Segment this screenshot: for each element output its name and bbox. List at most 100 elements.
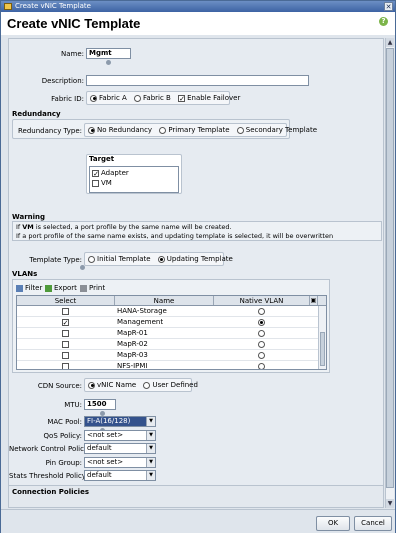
table-scrollbar[interactable] bbox=[318, 306, 326, 369]
template-type-label: Template Type: bbox=[29, 256, 82, 264]
name-label: Name: bbox=[60, 50, 84, 58]
mtu-input[interactable]: 1500 bbox=[84, 399, 116, 410]
warning-title: Warning bbox=[12, 213, 46, 221]
vlan-select-checkbox[interactable] bbox=[17, 328, 115, 338]
fabric-a-radio[interactable]: Fabric A bbox=[90, 94, 127, 102]
mac-pool-select[interactable]: FI-A(16/128) ▼ bbox=[84, 416, 156, 427]
redundancy-type-group: No Redundancy Primary Template Secondary… bbox=[84, 123, 317, 137]
cancel-button[interactable]: Cancel bbox=[354, 516, 392, 531]
template-type-group: Initial Template Updating Template bbox=[84, 252, 233, 266]
vlan-name: NFS-IPMI bbox=[117, 362, 148, 370]
export-icon bbox=[45, 284, 52, 292]
table-header: Select Name Native VLAN ▣ bbox=[17, 296, 326, 306]
native-vlan-radio[interactable] bbox=[214, 306, 310, 316]
description-input[interactable] bbox=[86, 75, 309, 86]
description-label: Description: bbox=[41, 77, 84, 85]
warning-line-1: If VM is selected, a port profile by the… bbox=[16, 223, 232, 231]
redundancy-type-label: Redundancy Type: bbox=[18, 127, 82, 135]
network-control-policy-label: Network Control Policy: bbox=[9, 445, 90, 453]
native-vlan-radio[interactable] bbox=[214, 328, 310, 338]
table-row[interactable]: MapR-01 bbox=[17, 328, 326, 339]
vlan-name: MapR-02 bbox=[117, 340, 148, 348]
warning-line-2: If a port profile of the same name exist… bbox=[16, 232, 334, 240]
target-adapter-checkbox[interactable]: Adapter bbox=[92, 169, 129, 177]
no-redundancy-radio[interactable]: No Redundancy bbox=[88, 126, 152, 134]
user-defined-radio[interactable]: User Defined bbox=[143, 381, 198, 389]
print-icon bbox=[80, 284, 87, 292]
fabric-b-radio[interactable]: Fabric B bbox=[134, 94, 171, 102]
stats-threshold-policy-select[interactable]: default ▼ bbox=[84, 470, 156, 481]
scroll-down-icon[interactable]: ▼ bbox=[386, 499, 394, 508]
native-vlan-radio[interactable] bbox=[214, 317, 310, 327]
title-bar: Create vNIC Template ✕ bbox=[1, 1, 395, 12]
filter-button[interactable]: Filter bbox=[16, 283, 42, 293]
chevron-down-icon: ▼ bbox=[146, 444, 155, 453]
qos-policy-label: QoS Policy: bbox=[43, 432, 82, 440]
export-button[interactable]: Export bbox=[45, 283, 77, 293]
print-button[interactable]: Print bbox=[80, 283, 105, 293]
vlans-title: VLANs bbox=[12, 270, 38, 278]
fabric-id-group: Fabric A Fabric B Enable Failover bbox=[86, 91, 240, 105]
vlan-select-checkbox[interactable] bbox=[17, 306, 115, 316]
table-body: HANA-Storage Management MapR-01 MapR-02 MapR… bbox=[17, 306, 326, 370]
vlan-select-checkbox[interactable] bbox=[17, 361, 115, 369]
native-vlan-radio[interactable] bbox=[214, 361, 310, 369]
name-input[interactable]: Mgmt bbox=[86, 48, 131, 59]
column-header[interactable]: Select bbox=[17, 296, 115, 305]
info-dot-icon bbox=[80, 265, 85, 270]
updating-template-radio[interactable]: Updating Template bbox=[157, 255, 233, 263]
warning-box: If VM is selected, a port profile by the… bbox=[12, 221, 382, 241]
scroll-up-icon[interactable]: ▲ bbox=[386, 38, 394, 47]
dialog-window: Create vNIC Template ✕ Create vNIC Templ… bbox=[0, 0, 396, 533]
fabric-id-label: Fabric ID: bbox=[51, 95, 84, 103]
mac-pool-label: MAC Pool: bbox=[47, 418, 82, 426]
help-icon[interactable]: ? bbox=[379, 17, 388, 26]
enable-failover-checkbox[interactable]: Enable Failover bbox=[178, 94, 240, 102]
form-panel: Name: Mgmt Description: Fabric ID: Fabri… bbox=[8, 38, 384, 508]
vlan-toolbar: Filter Export Print bbox=[16, 283, 136, 293]
vnic-name-radio[interactable]: vNIC Name bbox=[88, 381, 136, 389]
table-row[interactable]: Management bbox=[17, 317, 326, 328]
connection-policies-section: Connection Policies bbox=[9, 485, 383, 507]
stats-threshold-policy-label: Stats Threshold Policy: bbox=[9, 472, 88, 480]
scroll-thumb[interactable] bbox=[386, 48, 394, 488]
network-control-policy-select[interactable]: default ▼ bbox=[84, 443, 156, 454]
connection-policies-title[interactable]: Connection Policies bbox=[12, 488, 89, 496]
target-list: Adapter VM bbox=[89, 166, 179, 193]
vlan-select-checkbox[interactable] bbox=[17, 339, 115, 349]
form-scrollbar[interactable]: ▲ ▼ bbox=[385, 38, 394, 508]
info-dot-icon bbox=[106, 60, 111, 65]
table-row[interactable]: NFS-IPMI bbox=[17, 361, 326, 370]
vlan-select-checkbox[interactable] bbox=[17, 317, 115, 327]
filter-icon bbox=[16, 284, 23, 292]
chevron-down-icon: ▼ bbox=[146, 417, 155, 426]
native-vlan-radio[interactable] bbox=[214, 339, 310, 349]
target-title: Target bbox=[89, 155, 115, 163]
native-vlan-radio[interactable] bbox=[214, 350, 310, 360]
vlan-select-checkbox[interactable] bbox=[17, 350, 115, 360]
table-row[interactable]: MapR-02 bbox=[17, 339, 326, 350]
close-icon[interactable]: ✕ bbox=[384, 2, 393, 11]
primary-template-radio[interactable]: Primary Template bbox=[159, 126, 230, 134]
cdn-source-group: vNIC Name User Defined bbox=[84, 378, 198, 392]
table-row[interactable]: HANA-Storage bbox=[17, 306, 326, 317]
window-title: Create vNIC Template bbox=[15, 2, 91, 10]
chevron-down-icon: ▼ bbox=[146, 471, 155, 480]
table-row[interactable]: MapR-03 bbox=[17, 350, 326, 361]
chevron-down-icon: ▼ bbox=[146, 431, 155, 440]
vlan-name: MapR-01 bbox=[117, 329, 148, 337]
dialog-header: Create vNIC Template ? bbox=[1, 12, 395, 35]
ok-button[interactable]: OK bbox=[316, 516, 350, 531]
app-icon bbox=[4, 3, 12, 10]
qos-policy-select[interactable]: <not set> ▼ bbox=[84, 430, 156, 441]
initial-template-radio[interactable]: Initial Template bbox=[88, 255, 151, 263]
chevron-down-icon: ▼ bbox=[146, 458, 155, 467]
pin-group-select[interactable]: <not set> ▼ bbox=[84, 457, 156, 468]
target-vm-checkbox[interactable]: VM bbox=[92, 179, 112, 187]
column-chooser-icon[interactable]: ▣ bbox=[310, 296, 318, 305]
vlan-table: Select Name Native VLAN ▣ HANA-Storage Ma… bbox=[16, 295, 327, 370]
vlan-name: MapR-03 bbox=[117, 351, 148, 359]
column-header[interactable]: Native VLAN bbox=[214, 296, 310, 305]
secondary-template-radio[interactable]: Secondary Template bbox=[236, 126, 317, 134]
column-header[interactable]: Name bbox=[115, 296, 214, 305]
